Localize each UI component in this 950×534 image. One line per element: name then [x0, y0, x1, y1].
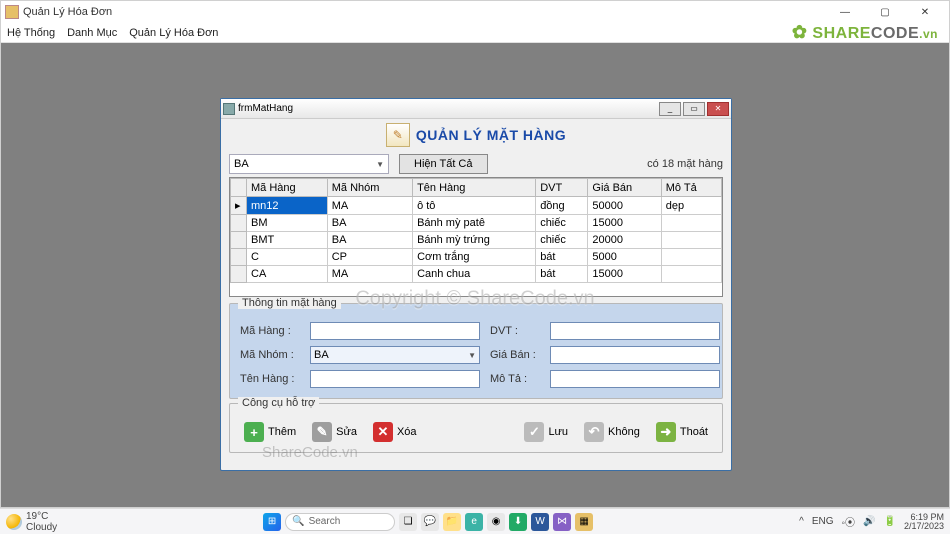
show-all-button[interactable]: Hiện Tất Cả [399, 154, 488, 174]
exit-icon: ➜ [656, 422, 676, 442]
label-ten: Tên Hàng : [240, 373, 300, 385]
add-button[interactable]: +Thêm [238, 420, 302, 444]
close-button[interactable]: ✕ [905, 1, 945, 23]
taskbar-search[interactable]: 🔍Search [285, 513, 395, 531]
filter-combo[interactable]: BA ▼ [229, 154, 389, 174]
chat-icon[interactable]: 💬 [421, 513, 439, 531]
taskbar[interactable]: 19°C Cloudy ⊞ 🔍Search ❏ 💬 📁 e ◉ ⬇ W ⋈ ▦ … [0, 508, 950, 534]
watermark-logo: ✿ SHARECODE.vn [792, 22, 938, 43]
delete-icon: ✕ [373, 422, 393, 442]
edit-button[interactable]: ✎Sửa [306, 420, 363, 444]
app-titlebar: Quản Lý Hóa Đơn — ▢ ✕ [1, 1, 949, 23]
app-icon [5, 5, 19, 19]
undo-icon: ↶ [584, 422, 604, 442]
label-gia: Giá Bán : [490, 349, 540, 361]
store-icon[interactable]: ⬇ [509, 513, 527, 531]
main-window: Quản Lý Hóa Đơn — ▢ ✕ Hệ Thống Danh Mục … [0, 0, 950, 508]
dialog-minimize-button[interactable]: _ [659, 102, 681, 116]
system-tray[interactable]: ^ ENG ◦⦿ 🔊 🔋 6:19 PM 2/17/2023 [799, 513, 944, 531]
input-ma[interactable] [310, 322, 480, 340]
dialog-maximize-button[interactable]: ▭ [683, 102, 705, 116]
menu-category[interactable]: Danh Mục [67, 27, 117, 39]
item-count: có 18 mặt hàng [647, 158, 723, 170]
input-mota[interactable] [550, 370, 720, 388]
table-row[interactable]: BMBABánh mỳ patêchiếc15000 [231, 215, 722, 232]
wrench-icon: ✎ [312, 422, 332, 442]
filter-row: BA ▼ Hiện Tất Cả có 18 mặt hàng [221, 151, 731, 177]
explorer-icon[interactable]: 📁 [443, 513, 461, 531]
dialog-close-button[interactable]: ✕ [707, 102, 729, 116]
col-ten[interactable]: Tên Hàng [413, 179, 536, 197]
exit-button[interactable]: ➜Thoát [650, 420, 714, 444]
table-row[interactable]: BMTBABánh mỳ trứngchiếc20000 [231, 232, 722, 249]
minimize-button[interactable]: — [825, 1, 865, 23]
input-dvt[interactable] [550, 322, 720, 340]
cancel-button[interactable]: ↶Không [578, 420, 646, 444]
chrome-icon[interactable]: ◉ [487, 513, 505, 531]
word-icon[interactable]: W [531, 513, 549, 531]
vs-icon[interactable]: ⋈ [553, 513, 571, 531]
table-row[interactable]: CAMACanh chuabát15000 [231, 266, 722, 283]
items-grid[interactable]: Mã Hàng Mã Nhóm Tên Hàng DVT Giá Bán Mô … [229, 177, 723, 297]
label-mota: Mô Tả : [490, 373, 540, 385]
col-ma[interactable]: Mã Hàng [247, 179, 328, 197]
label-ma: Mã Hàng : [240, 325, 300, 337]
dialog-titlebar[interactable]: frmMatHang _ ▭ ✕ [221, 99, 731, 119]
table-row[interactable]: ▸ mn12MAô tôđồng50000dẹp [231, 197, 722, 215]
filter-value: BA [234, 158, 249, 170]
tool-legend: Công cụ hỗ trợ [238, 397, 319, 409]
col-gia[interactable]: Giá Bán [588, 179, 661, 197]
plus-icon: + [244, 422, 264, 442]
menu-system[interactable]: Hệ Thống [7, 27, 55, 39]
input-gia[interactable] [550, 346, 720, 364]
info-legend: Thông tin mặt hàng [238, 297, 341, 309]
input-nhom[interactable]: BA ▼ [310, 346, 480, 364]
weather-widget[interactable]: 19°C Cloudy [6, 511, 57, 533]
dialog-window-title: frmMatHang [238, 103, 293, 114]
label-nhom: Mã Nhóm : [240, 349, 300, 361]
edit-note-icon: ✎ [386, 123, 410, 147]
col-dvt[interactable]: DVT [536, 179, 588, 197]
dialog-icon [223, 103, 235, 115]
wifi-icon[interactable]: ◦⦿ [842, 514, 856, 529]
save-button[interactable]: ✓Lưu [518, 420, 574, 444]
weather-icon [6, 514, 22, 530]
col-nhom[interactable]: Mã Nhóm [327, 179, 412, 197]
info-groupbox: Thông tin mặt hàng Mã Hàng : DVT : Mã Nh… [229, 303, 723, 399]
app-title: Quản Lý Hóa Đơn [23, 6, 112, 18]
tray-chevron-icon[interactable]: ^ [799, 516, 804, 527]
edge-icon[interactable]: e [465, 513, 483, 531]
chevron-down-icon: ▼ [376, 160, 384, 169]
battery-icon[interactable]: 🔋 [884, 516, 896, 527]
start-button[interactable]: ⊞ [263, 513, 281, 531]
chevron-down-icon: ▼ [468, 351, 476, 360]
dialog-mat-hang: frmMatHang _ ▭ ✕ ✎ QUẢN LÝ MẶT HÀNG BA ▼… [220, 98, 732, 471]
app-taskbar-icon[interactable]: ▦ [575, 513, 593, 531]
label-dvt: DVT : [490, 325, 540, 337]
search-icon: 🔍 [292, 516, 304, 527]
mdi-client: frmMatHang _ ▭ ✕ ✎ QUẢN LÝ MẶT HÀNG BA ▼… [1, 43, 949, 507]
task-view-icon[interactable]: ❏ [399, 513, 417, 531]
tool-groupbox: Công cụ hỗ trợ +Thêm ✎Sửa ✕Xóa ✓Lưu ↶Khô… [229, 403, 723, 453]
dialog-title: QUẢN LÝ MẶT HÀNG [416, 127, 566, 143]
delete-button[interactable]: ✕Xóa [367, 420, 423, 444]
clock[interactable]: 6:19 PM 2/17/2023 [904, 513, 944, 531]
volume-icon[interactable]: 🔊 [863, 516, 875, 527]
check-icon: ✓ [524, 422, 544, 442]
col-mota[interactable]: Mô Tả [661, 179, 721, 197]
dialog-header: ✎ QUẢN LÝ MẶT HÀNG [221, 119, 731, 151]
menu-invoice[interactable]: Quản Lý Hóa Đơn [129, 27, 218, 39]
maximize-button[interactable]: ▢ [865, 1, 905, 23]
input-ten[interactable] [310, 370, 480, 388]
tray-lang[interactable]: ENG [812, 516, 834, 527]
table-row[interactable]: CCPCơm trắngbát5000 [231, 249, 722, 266]
